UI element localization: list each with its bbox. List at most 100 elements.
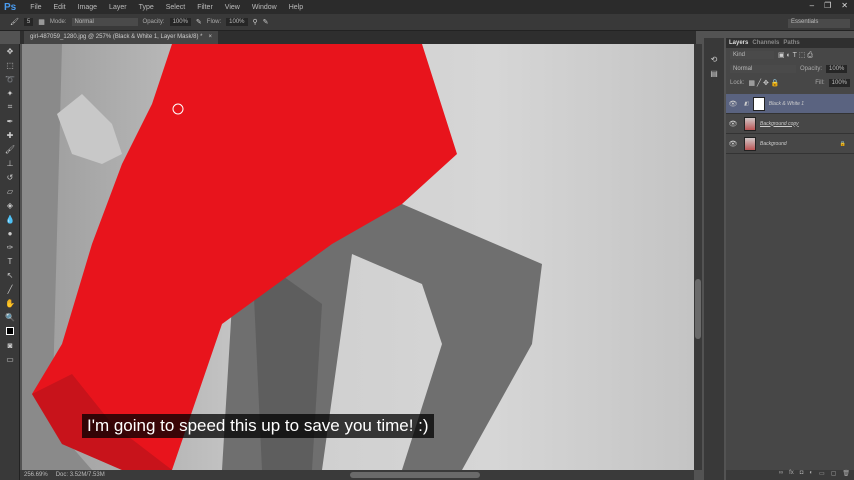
flow-input[interactable]: 100% — [226, 18, 248, 26]
path-select-icon[interactable]: ↖ — [0, 268, 20, 282]
layer-thumb — [744, 116, 756, 131]
mode-label: Mode: — [49, 19, 67, 25]
healing-tool-icon[interactable]: ✚ — [0, 128, 20, 142]
close-tab-icon[interactable]: × — [209, 34, 213, 41]
lock-icon: 🔒 — [839, 140, 846, 147]
brush-panel-icon[interactable]: ▦ — [38, 18, 45, 26]
layer-thumb — [744, 136, 756, 151]
menu-view[interactable]: View — [219, 4, 246, 11]
fill-input[interactable]: 100% — [828, 79, 850, 87]
history-brush-icon[interactable]: ↺ — [0, 170, 20, 184]
minimize-icon[interactable]: – — [810, 1, 814, 10]
move-tool-icon[interactable]: ✥ — [0, 44, 20, 58]
mask-icon[interactable]: ◘ — [800, 470, 804, 480]
close-window-icon[interactable]: ✕ — [841, 1, 848, 10]
stamp-tool-icon[interactable]: ⊥ — [0, 156, 20, 170]
menu-bar: Ps File Edit Image Layer Type Select Fil… — [0, 0, 854, 14]
tab-layers[interactable]: Layers — [729, 40, 748, 46]
fx-icon[interactable]: fx — [789, 470, 794, 480]
trash-icon[interactable]: 🗑 — [842, 470, 850, 480]
tab-paths[interactable]: Paths — [783, 40, 799, 46]
blend-mode-select[interactable]: Normal — [730, 65, 796, 73]
marquee-tool-icon[interactable]: ⬚ — [0, 58, 20, 72]
layer-name: Black & White 1 — [768, 100, 805, 107]
color-swatches-icon[interactable] — [0, 324, 20, 338]
layer-mask-thumb[interactable] — [752, 96, 765, 111]
vertical-scrollbar[interactable] — [694, 44, 702, 470]
adjustment-icon: ◧ — [744, 100, 749, 107]
opacity-label: Opacity: — [142, 19, 165, 25]
blur-tool-icon[interactable]: 💧 — [0, 212, 20, 226]
document-tab-title: girl-487059_1280.jpg @ 257% (Black & Whi… — [30, 34, 203, 40]
history-icon[interactable]: ⟲ — [704, 52, 724, 66]
eraser-tool-icon[interactable]: ▱ — [0, 184, 20, 198]
group-icon[interactable]: ▭ — [819, 470, 825, 480]
quick-mask-icon[interactable]: ◙ — [0, 338, 20, 352]
adjustment-layer-icon[interactable]: ◐ — [809, 470, 813, 480]
menu-type[interactable]: Type — [133, 4, 160, 11]
layer-row[interactable]: 👁 ◧ Black & White 1 — [726, 94, 854, 114]
zoom-tool-icon[interactable]: 🔍 — [0, 310, 20, 324]
layer-name: Background — [760, 140, 787, 147]
screen-mode-icon[interactable]: ▭ — [0, 352, 20, 366]
eye-icon[interactable]: 👁 — [726, 100, 740, 108]
zoom-level[interactable]: 256.69% — [24, 472, 48, 478]
brush-size-picker[interactable]: 5 — [23, 18, 34, 26]
doc-size: Doc: 3.52M/7.53M — [55, 472, 105, 478]
crop-tool-icon[interactable]: ⌗ — [0, 100, 20, 114]
horizontal-scrollbar[interactable] — [160, 470, 694, 480]
app-logo: Ps — [4, 1, 17, 13]
video-caption: I'm going to speed this up to save you t… — [82, 414, 434, 438]
flow-label: Flow: — [206, 19, 222, 25]
layer-opacity-input[interactable]: 100% — [826, 65, 848, 73]
status-bar: 256.69% Doc: 3.52M/7.53M — [20, 470, 160, 480]
opacity-label: Opacity: — [800, 66, 823, 72]
layer-filter-select[interactable]: Kind — [730, 51, 774, 59]
quick-select-tool-icon[interactable]: ✦ — [0, 86, 20, 100]
layer-name: Background copy — [760, 120, 799, 127]
dodge-tool-icon[interactable]: ● — [0, 226, 20, 240]
panel-dock: ⟲ ▤ — [704, 38, 724, 480]
mode-select[interactable]: Normal — [71, 18, 138, 26]
shape-tool-icon[interactable]: ╱ — [0, 282, 20, 296]
menu-layer[interactable]: Layer — [103, 4, 133, 11]
eyedropper-tool-icon[interactable]: ✒ — [0, 114, 20, 128]
photo — [22, 44, 542, 470]
layer-row[interactable]: 👁 Background 🔒 — [726, 134, 854, 154]
paint-bucket-icon[interactable]: ◈ — [0, 198, 20, 212]
type-tool-icon[interactable]: T — [0, 254, 20, 268]
menu-window[interactable]: Window — [246, 4, 283, 11]
menu-edit[interactable]: Edit — [48, 4, 72, 11]
menu-filter[interactable]: Filter — [191, 4, 219, 11]
fill-label: Fill: — [815, 80, 825, 86]
hand-tool-icon[interactable]: ✋ — [0, 296, 20, 310]
layers-panel-footer: ∞ fx ◘ ◐ ▭ ▢ 🗑 — [726, 470, 854, 480]
menu-select[interactable]: Select — [160, 4, 191, 11]
layer-row[interactable]: 👁 Background copy — [726, 114, 854, 134]
link-icon[interactable]: ∞ — [779, 470, 783, 480]
lock-icons[interactable]: ▦ ╱ ✥ 🔒 — [748, 79, 779, 87]
menu-help[interactable]: Help — [283, 4, 309, 11]
pen-tool-icon[interactable]: ✑ — [0, 240, 20, 254]
menu-image[interactable]: Image — [72, 4, 103, 11]
restore-icon[interactable]: ❐ — [824, 1, 831, 10]
document-tab[interactable]: girl-487059_1280.jpg @ 257% (Black & Whi… — [24, 31, 219, 44]
pressure-opacity-icon[interactable]: ✎ — [196, 18, 202, 26]
properties-icon[interactable]: ▤ — [704, 66, 724, 80]
eye-icon[interactable]: 👁 — [726, 120, 740, 128]
new-layer-icon[interactable]: ▢ — [831, 470, 837, 480]
filter-icons[interactable]: ▣ ◐ T ⬚ ⎙ — [778, 51, 813, 60]
airbrush-icon[interactable]: ⚲ — [253, 18, 258, 26]
eye-icon[interactable]: 👁 — [726, 140, 740, 148]
pressure-size-icon[interactable]: ✎ — [263, 18, 269, 26]
brush-tool-icon[interactable]: 🖌 — [10, 18, 19, 26]
opacity-input[interactable]: 100% — [169, 18, 191, 26]
lasso-tool-icon[interactable]: ➰ — [0, 72, 20, 86]
tab-channels[interactable]: Channels — [752, 40, 779, 46]
brush-tool-icon[interactable]: 🖌 — [0, 142, 20, 156]
toolbar: ✥ ⬚ ➰ ✦ ⌗ ✒ ✚ 🖌 ⊥ ↺ ▱ ◈ 💧 ● ✑ T ↖ ╱ ✋ 🔍 … — [0, 44, 20, 480]
layers-panel: Layers Channels Paths Kind ▣ ◐ T ⬚ ⎙ Norm… — [726, 38, 854, 480]
workspace-select[interactable]: Essentials — [788, 19, 850, 28]
menu-file[interactable]: File — [24, 4, 47, 11]
document-canvas[interactable] — [22, 44, 694, 470]
